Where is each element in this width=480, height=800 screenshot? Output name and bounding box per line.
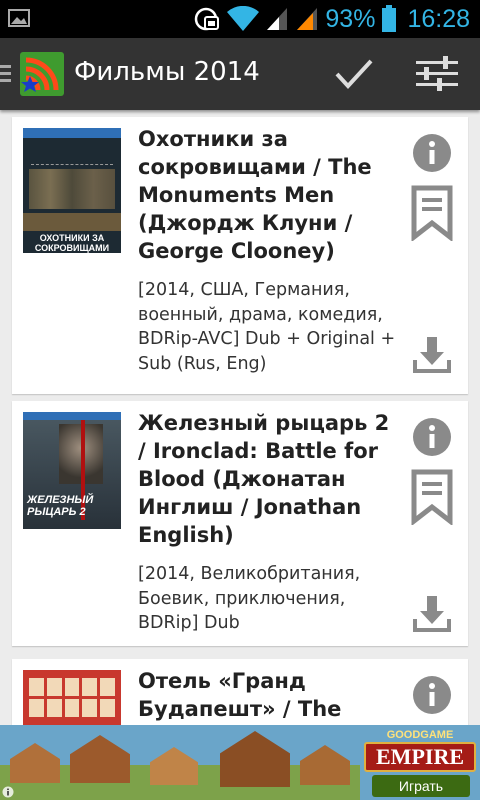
list-item[interactable]: ЖЕЛЕЗНЫЙ РЫЦАРЬ 2 Железный рыцарь 2 / Ir… (12, 401, 468, 646)
download-icon[interactable] (412, 593, 452, 633)
bookmark-icon[interactable] (411, 469, 453, 525)
poster-image: ОХОТНИКИ ЗА СОКРОВИЩАМИ (23, 128, 121, 253)
movie-meta: [2014, Великобритания, Боевик, приключен… (138, 564, 361, 633)
poster-image (23, 670, 121, 725)
poster-image: ЖЕЛЕЗНЫЙ РЫЦАРЬ 2 (23, 412, 121, 529)
ad-info-icon[interactable] (2, 786, 14, 798)
filter-sliders-icon[interactable] (416, 54, 458, 94)
ad-banner[interactable]: GOODGAME EMPIRE Играть (0, 725, 480, 800)
clock: 16:28 (407, 4, 470, 33)
poster-caption: ЖЕЛЕЗНЫЙ РЫЦАРЬ 2 (27, 494, 94, 518)
movie-meta: [2014, США, Германия, военный, драма, ко… (138, 280, 396, 374)
ad-logo: GOODGAME EMPIRE (364, 729, 476, 772)
status-bar: 93% 16:28 (0, 0, 480, 38)
download-icon[interactable] (412, 334, 452, 374)
up-icon[interactable] (0, 62, 12, 86)
ad-play-button[interactable]: Играть (372, 775, 470, 797)
movie-title[interactable]: Отель «Гранд Будапешт» / The (138, 667, 400, 723)
movie-list[interactable]: ОХОТНИКИ ЗА СОКРОВИЩАМИ Охотники за сокр… (0, 110, 480, 725)
gallery-icon (8, 9, 30, 27)
battery-icon (382, 5, 397, 32)
action-bar: Фильмы 2014 (0, 38, 480, 110)
bookmark-icon[interactable] (411, 185, 453, 241)
list-item[interactable]: ОХОТНИКИ ЗА СОКРОВИЩАМИ Охотники за сокр… (12, 117, 468, 394)
page-title: Фильмы 2014 (74, 57, 260, 87)
app-logo-icon[interactable] (20, 52, 64, 96)
ad-artwork (0, 725, 360, 800)
movie-title[interactable]: Охотники за сокровищами / The Monuments … (138, 125, 400, 265)
poster-caption: ОХОТНИКИ ЗА СОКРОВИЩАМИ (34, 233, 110, 253)
signal-icon (267, 8, 288, 30)
screen-rotation-lock-icon (195, 7, 220, 31)
signal-icon-2 (297, 8, 318, 30)
ad-logo-top: GOODGAME (386, 729, 454, 741)
info-icon[interactable] (412, 417, 452, 457)
check-icon[interactable] (334, 56, 374, 92)
info-icon[interactable] (412, 133, 452, 173)
battery-percent: 93% (325, 4, 376, 33)
ad-logo-main: EMPIRE (364, 742, 476, 772)
info-icon[interactable] (412, 675, 452, 715)
movie-title[interactable]: Железный рыцарь 2 / Ironclad: Battle for… (138, 409, 400, 549)
list-item[interactable]: Отель «Гранд Будапешт» / The (12, 659, 468, 725)
wifi-icon (227, 6, 260, 31)
